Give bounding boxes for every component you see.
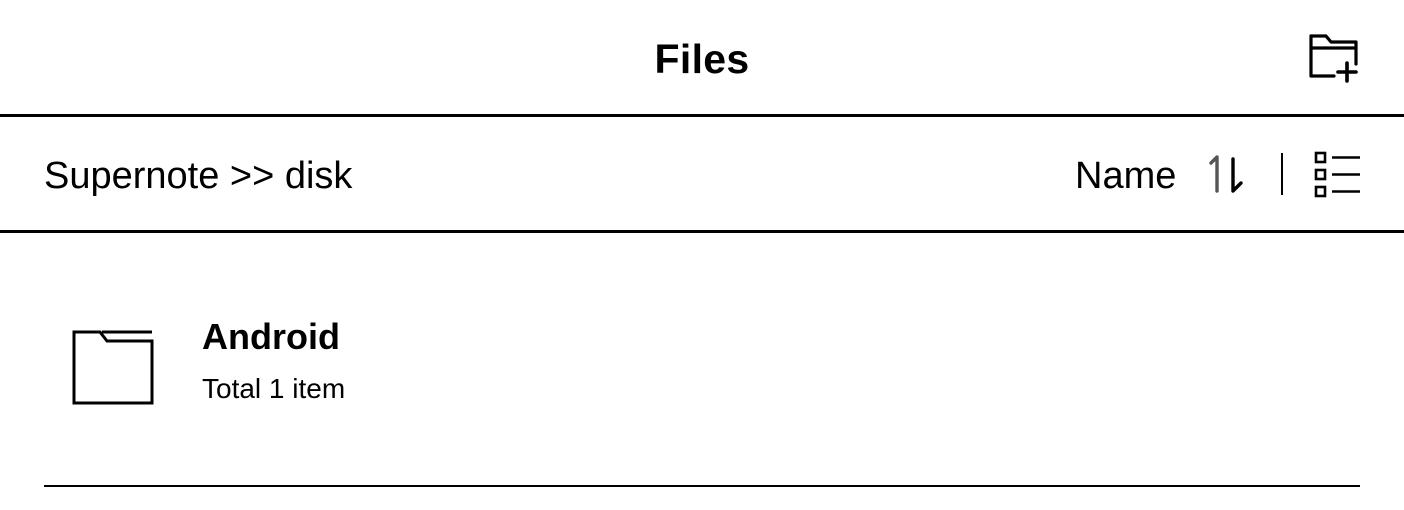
sort-order-icon [1209, 155, 1243, 193]
sort-by-label[interactable]: Name [1075, 154, 1176, 198]
page-title: Files [654, 36, 750, 82]
list-row-divider [44, 485, 1360, 487]
toolbar-separator [1281, 153, 1283, 195]
file-item-count: Total 1 item [202, 373, 346, 404]
new-folder-icon [1309, 34, 1358, 83]
path-toolbar: Supernote >> disk Name [0, 117, 1404, 230]
breadcrumb[interactable]: Supernote >> disk [44, 154, 352, 198]
file-name: Android [202, 316, 340, 357]
file-manager-screen: Files Supernote >> disk Name Android Tot… [0, 0, 1404, 510]
toolbar-divider [0, 230, 1404, 233]
title-bar: Files [0, 0, 1404, 114]
view-mode-button[interactable] [1312, 151, 1362, 199]
list-view-icon [1314, 151, 1360, 198]
file-list-item[interactable]: Android Total 1 item [44, 290, 1360, 420]
new-folder-button[interactable] [1302, 28, 1362, 86]
folder-icon [72, 330, 154, 405]
sort-order-button[interactable] [1207, 153, 1249, 197]
